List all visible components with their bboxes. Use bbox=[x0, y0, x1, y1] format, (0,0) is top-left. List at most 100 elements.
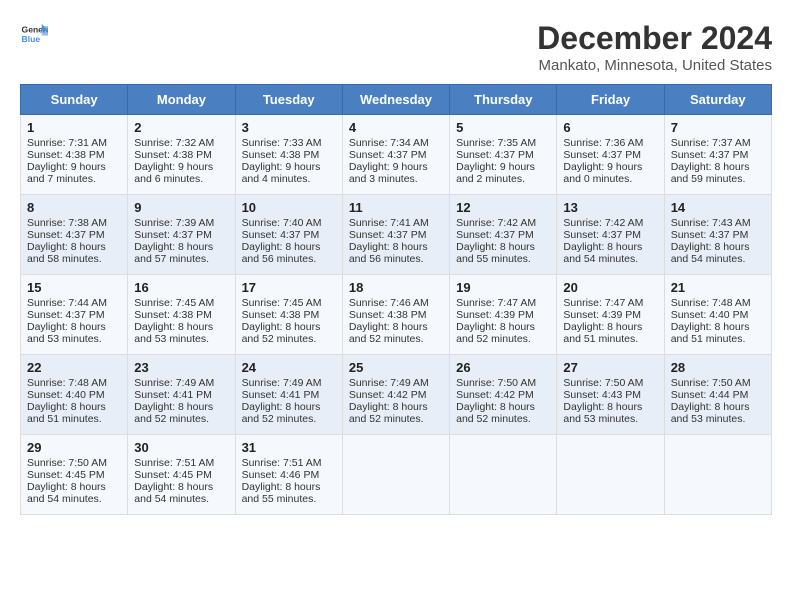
calendar-week-row: 8Sunrise: 7:38 AMSunset: 4:37 PMDaylight… bbox=[21, 195, 772, 275]
sunrise-text: Sunrise: 7:44 AM bbox=[27, 297, 107, 309]
sunset-text: Sunset: 4:37 PM bbox=[456, 149, 534, 161]
sunset-text: Sunset: 4:38 PM bbox=[134, 309, 212, 321]
day-number: 9 bbox=[134, 200, 228, 215]
calendar-cell: 31Sunrise: 7:51 AMSunset: 4:46 PMDayligh… bbox=[235, 435, 342, 515]
sunrise-text: Sunrise: 7:50 AM bbox=[27, 457, 107, 469]
day-number: 10 bbox=[242, 200, 336, 215]
daylight-text: Daylight: 8 hours and 54 minutes. bbox=[671, 241, 750, 265]
sunrise-text: Sunrise: 7:32 AM bbox=[134, 137, 214, 149]
sunset-text: Sunset: 4:42 PM bbox=[349, 389, 427, 401]
day-number: 5 bbox=[456, 120, 550, 135]
daylight-text: Daylight: 8 hours and 54 minutes. bbox=[134, 481, 213, 505]
sunset-text: Sunset: 4:40 PM bbox=[671, 309, 749, 321]
day-number: 15 bbox=[27, 280, 121, 295]
day-header-thursday: Thursday bbox=[450, 85, 557, 115]
day-number: 12 bbox=[456, 200, 550, 215]
day-number: 29 bbox=[27, 440, 121, 455]
page-subtitle: Mankato, Minnesota, United States bbox=[537, 57, 772, 74]
daylight-text: Daylight: 8 hours and 52 minutes. bbox=[456, 401, 535, 425]
sunset-text: Sunset: 4:37 PM bbox=[242, 229, 320, 241]
sunrise-text: Sunrise: 7:50 AM bbox=[456, 377, 536, 389]
header: General Blue December 2024 Mankato, Minn… bbox=[20, 20, 772, 74]
calendar-cell: 20Sunrise: 7:47 AMSunset: 4:39 PMDayligh… bbox=[557, 275, 664, 355]
day-number: 30 bbox=[134, 440, 228, 455]
calendar-cell: 17Sunrise: 7:45 AMSunset: 4:38 PMDayligh… bbox=[235, 275, 342, 355]
daylight-text: Daylight: 8 hours and 52 minutes. bbox=[242, 321, 321, 345]
sunrise-text: Sunrise: 7:34 AM bbox=[349, 137, 429, 149]
sunset-text: Sunset: 4:37 PM bbox=[134, 229, 212, 241]
sunrise-text: Sunrise: 7:36 AM bbox=[563, 137, 643, 149]
calendar-cell bbox=[557, 435, 664, 515]
calendar-cell: 11Sunrise: 7:41 AMSunset: 4:37 PMDayligh… bbox=[342, 195, 449, 275]
sunrise-text: Sunrise: 7:43 AM bbox=[671, 217, 751, 229]
sunset-text: Sunset: 4:37 PM bbox=[563, 229, 641, 241]
day-number: 16 bbox=[134, 280, 228, 295]
calendar-cell: 15Sunrise: 7:44 AMSunset: 4:37 PMDayligh… bbox=[21, 275, 128, 355]
sunrise-text: Sunrise: 7:41 AM bbox=[349, 217, 429, 229]
calendar-week-row: 29Sunrise: 7:50 AMSunset: 4:45 PMDayligh… bbox=[21, 435, 772, 515]
calendar-week-row: 15Sunrise: 7:44 AMSunset: 4:37 PMDayligh… bbox=[21, 275, 772, 355]
day-header-friday: Friday bbox=[557, 85, 664, 115]
sunrise-text: Sunrise: 7:49 AM bbox=[349, 377, 429, 389]
daylight-text: Daylight: 9 hours and 2 minutes. bbox=[456, 161, 535, 185]
day-number: 20 bbox=[563, 280, 657, 295]
day-number: 27 bbox=[563, 360, 657, 375]
calendar-table: SundayMondayTuesdayWednesdayThursdayFrid… bbox=[20, 84, 772, 515]
calendar-cell bbox=[664, 435, 771, 515]
sunset-text: Sunset: 4:42 PM bbox=[456, 389, 534, 401]
sunset-text: Sunset: 4:39 PM bbox=[456, 309, 534, 321]
day-number: 26 bbox=[456, 360, 550, 375]
daylight-text: Daylight: 9 hours and 3 minutes. bbox=[349, 161, 428, 185]
day-number: 11 bbox=[349, 200, 443, 215]
day-number: 28 bbox=[671, 360, 765, 375]
days-header-row: SundayMondayTuesdayWednesdayThursdayFrid… bbox=[21, 85, 772, 115]
calendar-cell: 12Sunrise: 7:42 AMSunset: 4:37 PMDayligh… bbox=[450, 195, 557, 275]
day-number: 23 bbox=[134, 360, 228, 375]
day-number: 1 bbox=[27, 120, 121, 135]
sunrise-text: Sunrise: 7:35 AM bbox=[456, 137, 536, 149]
daylight-text: Daylight: 8 hours and 51 minutes. bbox=[563, 321, 642, 345]
daylight-text: Daylight: 8 hours and 52 minutes. bbox=[242, 401, 321, 425]
sunset-text: Sunset: 4:46 PM bbox=[242, 469, 320, 481]
calendar-cell: 6Sunrise: 7:36 AMSunset: 4:37 PMDaylight… bbox=[557, 115, 664, 195]
sunrise-text: Sunrise: 7:38 AM bbox=[27, 217, 107, 229]
daylight-text: Daylight: 8 hours and 56 minutes. bbox=[242, 241, 321, 265]
daylight-text: Daylight: 8 hours and 52 minutes. bbox=[456, 321, 535, 345]
daylight-text: Daylight: 8 hours and 53 minutes. bbox=[563, 401, 642, 425]
sunset-text: Sunset: 4:38 PM bbox=[27, 149, 105, 161]
page-title: December 2024 bbox=[537, 20, 772, 57]
sunset-text: Sunset: 4:37 PM bbox=[671, 229, 749, 241]
daylight-text: Daylight: 8 hours and 59 minutes. bbox=[671, 161, 750, 185]
calendar-cell: 16Sunrise: 7:45 AMSunset: 4:38 PMDayligh… bbox=[128, 275, 235, 355]
day-number: 18 bbox=[349, 280, 443, 295]
sunset-text: Sunset: 4:37 PM bbox=[563, 149, 641, 161]
daylight-text: Daylight: 8 hours and 56 minutes. bbox=[349, 241, 428, 265]
sunset-text: Sunset: 4:41 PM bbox=[242, 389, 320, 401]
logo-icon: General Blue bbox=[20, 20, 48, 48]
sunrise-text: Sunrise: 7:49 AM bbox=[134, 377, 214, 389]
sunrise-text: Sunrise: 7:51 AM bbox=[242, 457, 322, 469]
calendar-cell: 25Sunrise: 7:49 AMSunset: 4:42 PMDayligh… bbox=[342, 355, 449, 435]
calendar-cell bbox=[342, 435, 449, 515]
daylight-text: Daylight: 8 hours and 57 minutes. bbox=[134, 241, 213, 265]
calendar-cell: 18Sunrise: 7:46 AMSunset: 4:38 PMDayligh… bbox=[342, 275, 449, 355]
sunset-text: Sunset: 4:38 PM bbox=[242, 309, 320, 321]
sunset-text: Sunset: 4:41 PM bbox=[134, 389, 212, 401]
sunrise-text: Sunrise: 7:48 AM bbox=[671, 297, 751, 309]
calendar-cell: 9Sunrise: 7:39 AMSunset: 4:37 PMDaylight… bbox=[128, 195, 235, 275]
day-number: 21 bbox=[671, 280, 765, 295]
daylight-text: Daylight: 8 hours and 58 minutes. bbox=[27, 241, 106, 265]
daylight-text: Daylight: 8 hours and 55 minutes. bbox=[242, 481, 321, 505]
sunset-text: Sunset: 4:37 PM bbox=[349, 149, 427, 161]
calendar-cell: 23Sunrise: 7:49 AMSunset: 4:41 PMDayligh… bbox=[128, 355, 235, 435]
sunset-text: Sunset: 4:38 PM bbox=[134, 149, 212, 161]
calendar-cell: 5 Sunrise: 7:35 AMSunset: 4:37 PMDaylight… bbox=[450, 115, 557, 195]
calendar-cell: 1Sunrise: 7:31 AMSunset: 4:38 PMDaylight… bbox=[21, 115, 128, 195]
calendar-cell: 10Sunrise: 7:40 AMSunset: 4:37 PMDayligh… bbox=[235, 195, 342, 275]
daylight-text: Daylight: 8 hours and 53 minutes. bbox=[134, 321, 213, 345]
day-number: 24 bbox=[242, 360, 336, 375]
calendar-cell: 7Sunrise: 7:37 AMSunset: 4:37 PMDaylight… bbox=[664, 115, 771, 195]
sunrise-text: Sunrise: 7:48 AM bbox=[27, 377, 107, 389]
day-number: 7 bbox=[671, 120, 765, 135]
sunrise-text: Sunrise: 7:31 AM bbox=[27, 137, 107, 149]
